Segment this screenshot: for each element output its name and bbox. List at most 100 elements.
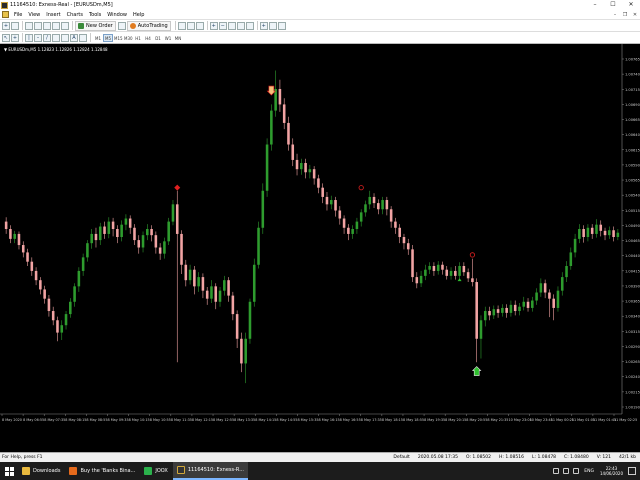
profiles-icon[interactable]: [11, 21, 19, 30]
taskbar-item-metatrader[interactable]: 11164510: Exness-R...: [172, 462, 248, 480]
timeframe-m5[interactable]: M5: [103, 33, 113, 42]
price-tick-label: 1.00765: [625, 58, 640, 62]
market-watch-icon[interactable]: [25, 21, 33, 30]
line-chart-icon[interactable]: [195, 21, 204, 30]
price-tick-label: 1.00715: [625, 88, 640, 92]
status-volume: V: 121: [596, 455, 611, 460]
indicators-icon[interactable]: +: [259, 21, 268, 30]
timeframe-m1[interactable]: M1: [93, 34, 103, 42]
chart-close-button[interactable]: ✕: [630, 12, 640, 18]
horizontal-line-icon[interactable]: –: [34, 33, 42, 42]
menu-view[interactable]: View: [25, 12, 43, 18]
trendline-icon[interactable]: /: [43, 33, 51, 42]
metaeditor-icon[interactable]: [117, 21, 126, 30]
candlestick-icon[interactable]: [186, 21, 195, 30]
status-profile[interactable]: Default: [389, 455, 413, 460]
fibonacci-icon[interactable]: [61, 33, 69, 42]
clock[interactable]: 22:43 14/06/2020: [600, 466, 623, 476]
taskbar-item-firefox[interactable]: Buy the 'Banks Bina...: [65, 462, 139, 480]
candle-body: [265, 144, 269, 191]
zoom-out-icon[interactable]: −: [218, 21, 227, 30]
menu-window[interactable]: Window: [104, 12, 130, 18]
chart-shift-icon[interactable]: [245, 21, 254, 30]
candle-body: [424, 269, 427, 276]
language-indicator[interactable]: ENG: [584, 469, 594, 474]
price-tick-label: 1.00415: [625, 269, 640, 273]
status-traffic[interactable]: 42/1 kb: [615, 455, 640, 460]
minimize-button[interactable]: –: [586, 0, 604, 10]
candle-body: [141, 235, 145, 248]
candle-body: [334, 200, 337, 211]
candle-body: [244, 338, 247, 364]
candle-body: [308, 169, 312, 173]
timeframe-d1[interactable]: D1: [153, 34, 163, 42]
new-chart-icon[interactable]: +: [2, 21, 10, 30]
menu-tools[interactable]: Tools: [86, 12, 104, 18]
candle-body: [223, 280, 226, 291]
tray-chevron-icon[interactable]: [553, 468, 560, 474]
templates-icon[interactable]: [277, 21, 286, 30]
taskbar-item-label: Buy the 'Banks Bina...: [80, 468, 136, 474]
price-chart[interactable]: 1.00765 1.00740 1.00715 1.00690 1.00665 1.006…: [0, 44, 640, 452]
candle-body: [436, 264, 440, 271]
menu-help[interactable]: Help: [130, 12, 147, 18]
price-tick-label: 1.00665: [625, 118, 640, 122]
taskbar-item-downloads[interactable]: Downloads: [18, 462, 64, 480]
timeframe-h1[interactable]: H1: [133, 34, 143, 42]
new-order-button[interactable]: New Order: [75, 20, 116, 31]
candle-body: [458, 266, 461, 276]
timeframe-w1[interactable]: W1: [163, 34, 173, 42]
candle-body: [163, 241, 166, 254]
volume-icon[interactable]: [573, 468, 580, 474]
menu-insert[interactable]: Insert: [43, 12, 63, 18]
candle-body: [368, 196, 372, 205]
candle-body: [338, 210, 342, 219]
menu-file[interactable]: File: [11, 12, 25, 18]
candle-body: [608, 230, 611, 236]
time-tick-label: 8 May 2020: [2, 418, 22, 422]
candle-body: [513, 304, 517, 312]
tile-windows-icon[interactable]: [227, 21, 236, 30]
candle-body: [560, 277, 564, 291]
cursor-icon[interactable]: ↖: [2, 33, 10, 42]
crosshair-icon[interactable]: +: [11, 33, 19, 42]
start-button[interactable]: [0, 462, 18, 480]
timeframe-m30[interactable]: M30: [123, 34, 133, 42]
candle-body: [167, 221, 170, 242]
periods-icon[interactable]: [268, 21, 277, 30]
navigator-icon[interactable]: [43, 21, 51, 30]
timeframe-m15[interactable]: M15: [113, 34, 123, 42]
channel-icon[interactable]: [52, 33, 60, 42]
price-tick-label: 1.00290: [625, 345, 640, 349]
chart-minimize-button[interactable]: –: [610, 12, 620, 18]
network-icon[interactable]: [563, 468, 570, 474]
vertical-line-icon[interactable]: |: [25, 33, 33, 42]
status-datetime: 2020.05.08 17:35: [417, 455, 458, 460]
maximize-button[interactable]: ☐: [604, 0, 622, 10]
auto-scroll-icon[interactable]: [236, 21, 245, 30]
chart-restore-button[interactable]: ❐: [620, 12, 630, 18]
candle-body: [278, 89, 282, 105]
text-icon[interactable]: A: [70, 33, 78, 42]
close-button[interactable]: ✕: [622, 0, 640, 10]
status-low: L: 1.08478: [531, 455, 557, 460]
menu-charts[interactable]: Charts: [64, 12, 86, 18]
terminal-icon[interactable]: [52, 21, 60, 30]
data-window-icon[interactable]: [34, 21, 42, 30]
bar-chart-icon[interactable]: [177, 21, 186, 30]
zoom-in-icon[interactable]: +: [209, 21, 218, 30]
timeframe-h4[interactable]: H4: [143, 34, 153, 42]
arrows-icon[interactable]: [79, 33, 87, 42]
chart-area[interactable]: 1.00765 1.00740 1.00715 1.00690 1.00665 1.006…: [0, 44, 640, 452]
autotrading-button[interactable]: AutoTrading: [126, 20, 171, 31]
strategy-tester-icon[interactable]: [61, 21, 69, 30]
notification-icon[interactable]: [628, 467, 636, 475]
taskbar-item-joox[interactable]: JOOX: [140, 462, 171, 480]
candle-body: [522, 301, 526, 307]
candle-body: [175, 204, 179, 234]
firefox-icon: [69, 467, 78, 475]
time-tick-label: 8 May 19:35: [424, 418, 445, 422]
candle-body: [184, 264, 188, 281]
candle-body: [445, 269, 449, 276]
timeframe-mn[interactable]: MN: [173, 34, 183, 42]
